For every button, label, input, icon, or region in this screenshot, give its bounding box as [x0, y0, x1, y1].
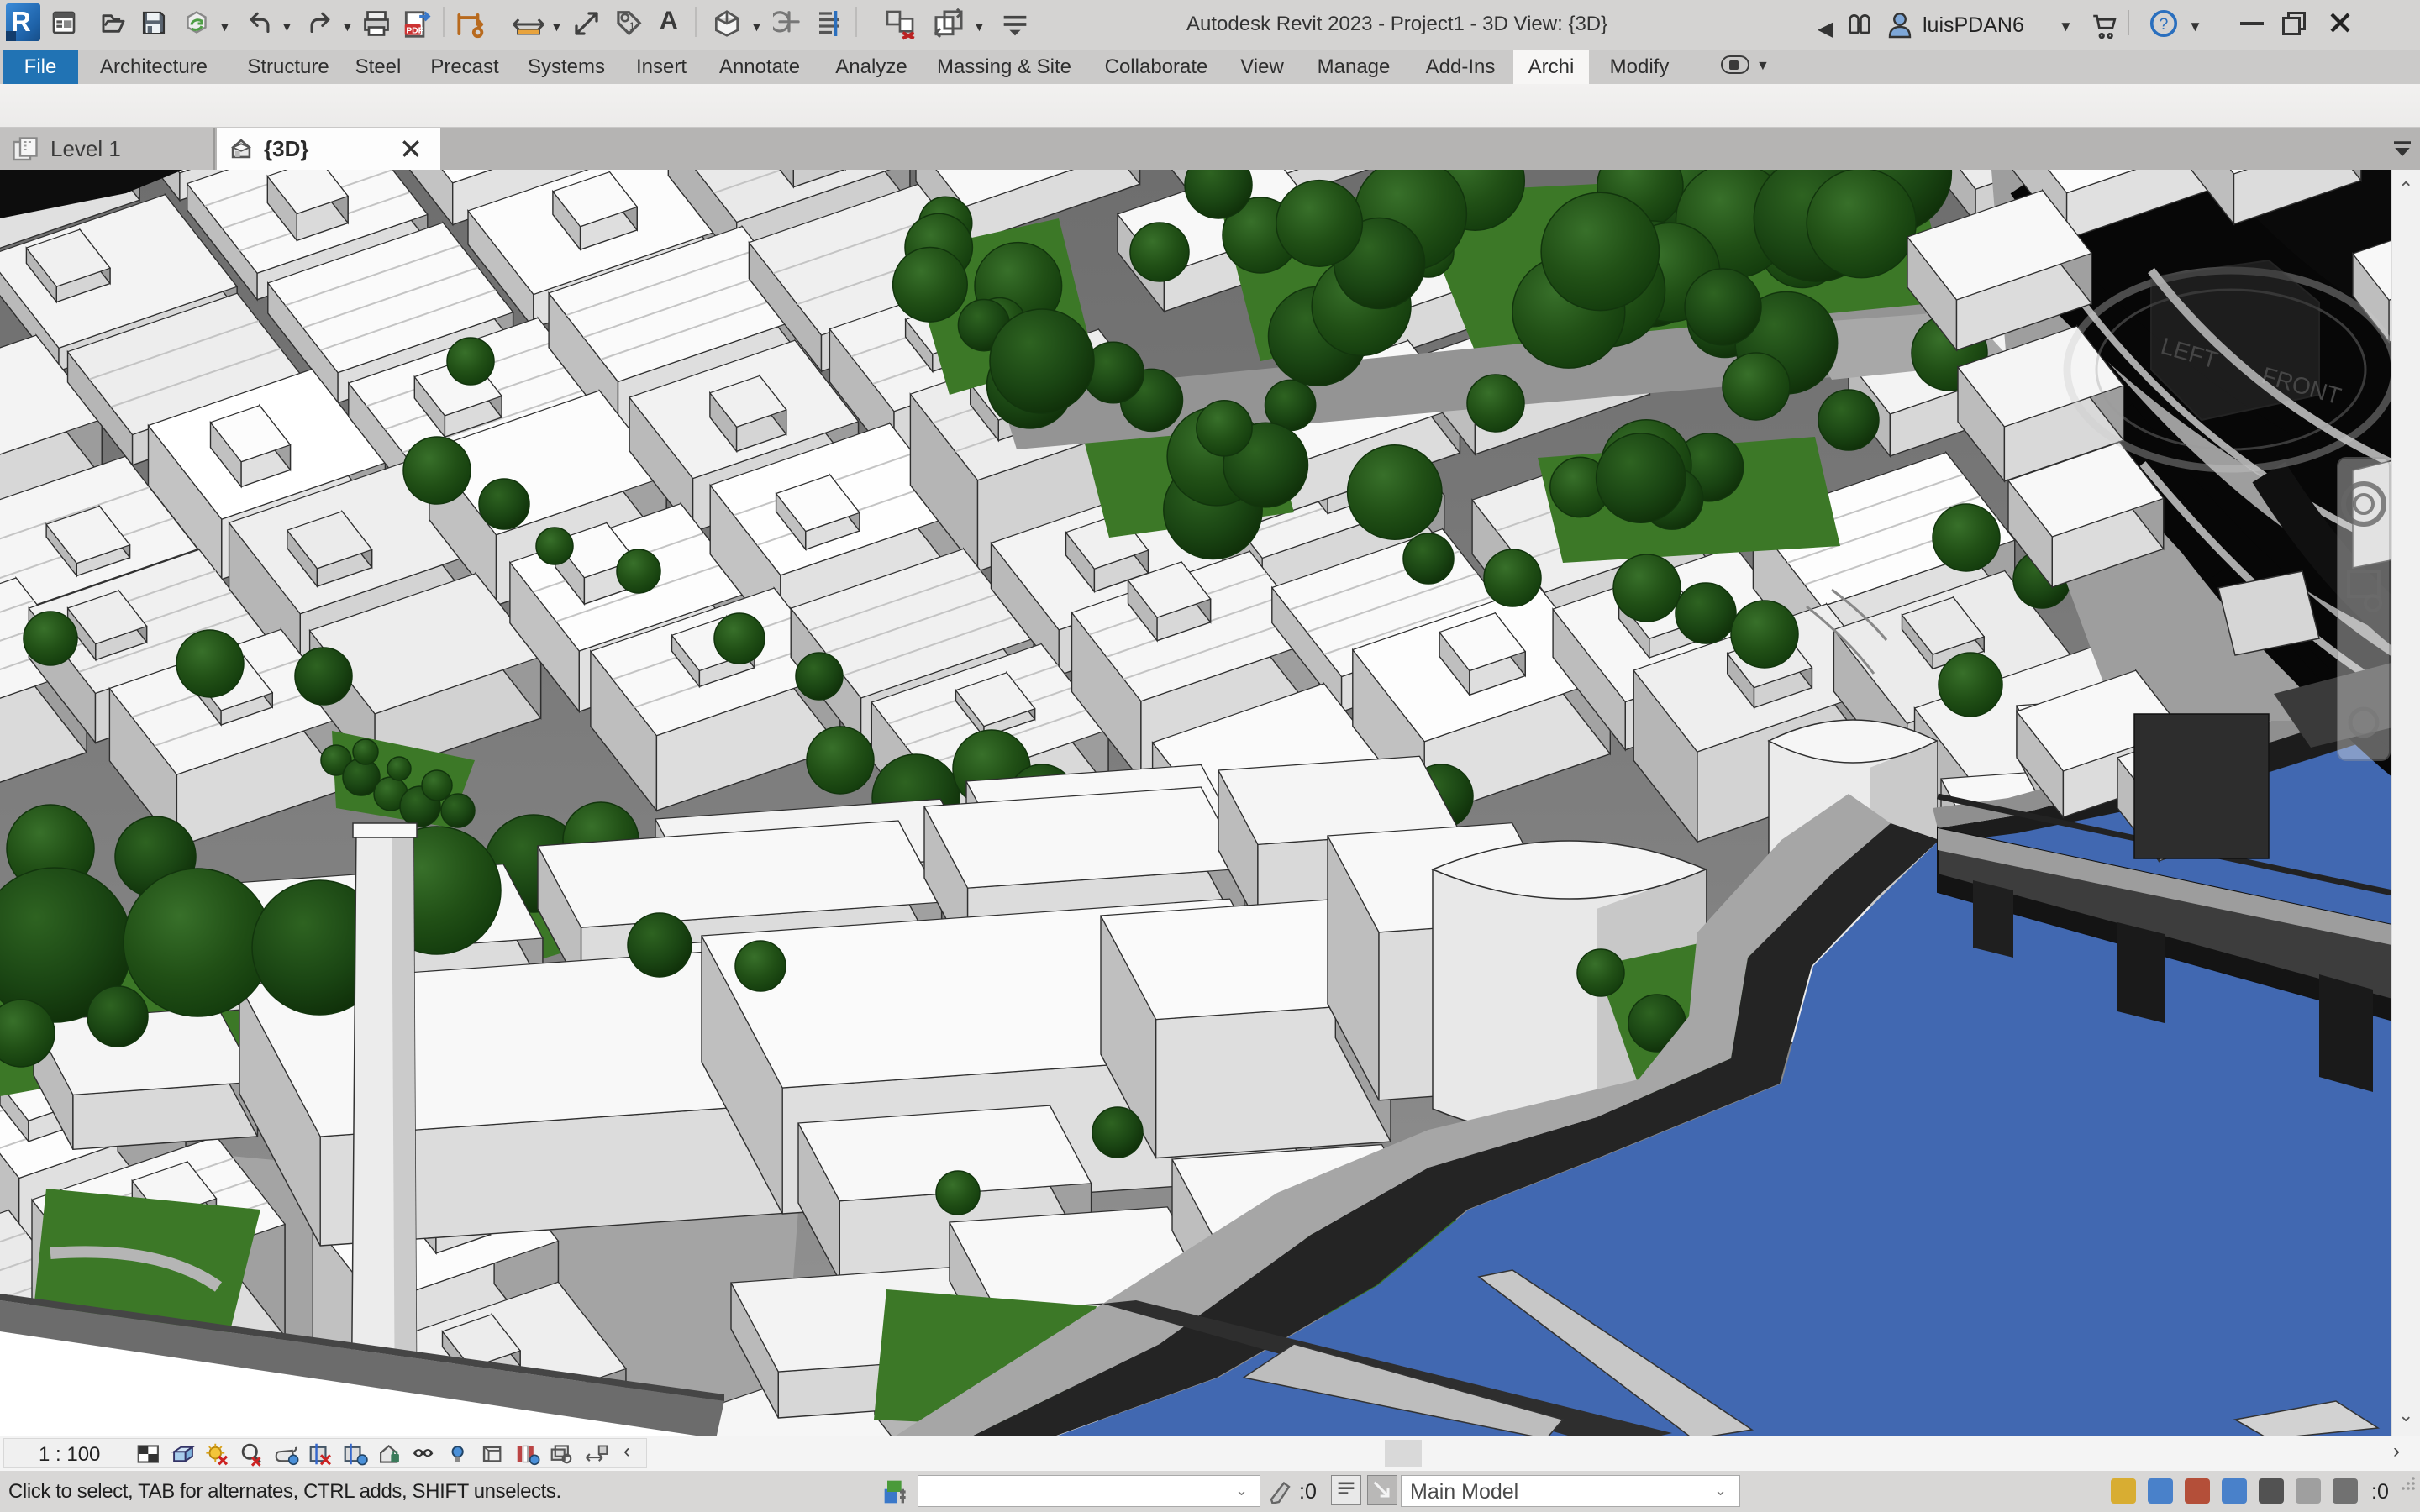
svg-text:PDF: PDF — [406, 26, 424, 35]
svg-text:?: ? — [2159, 15, 2168, 34]
svg-text:1: 1 — [629, 20, 635, 32]
